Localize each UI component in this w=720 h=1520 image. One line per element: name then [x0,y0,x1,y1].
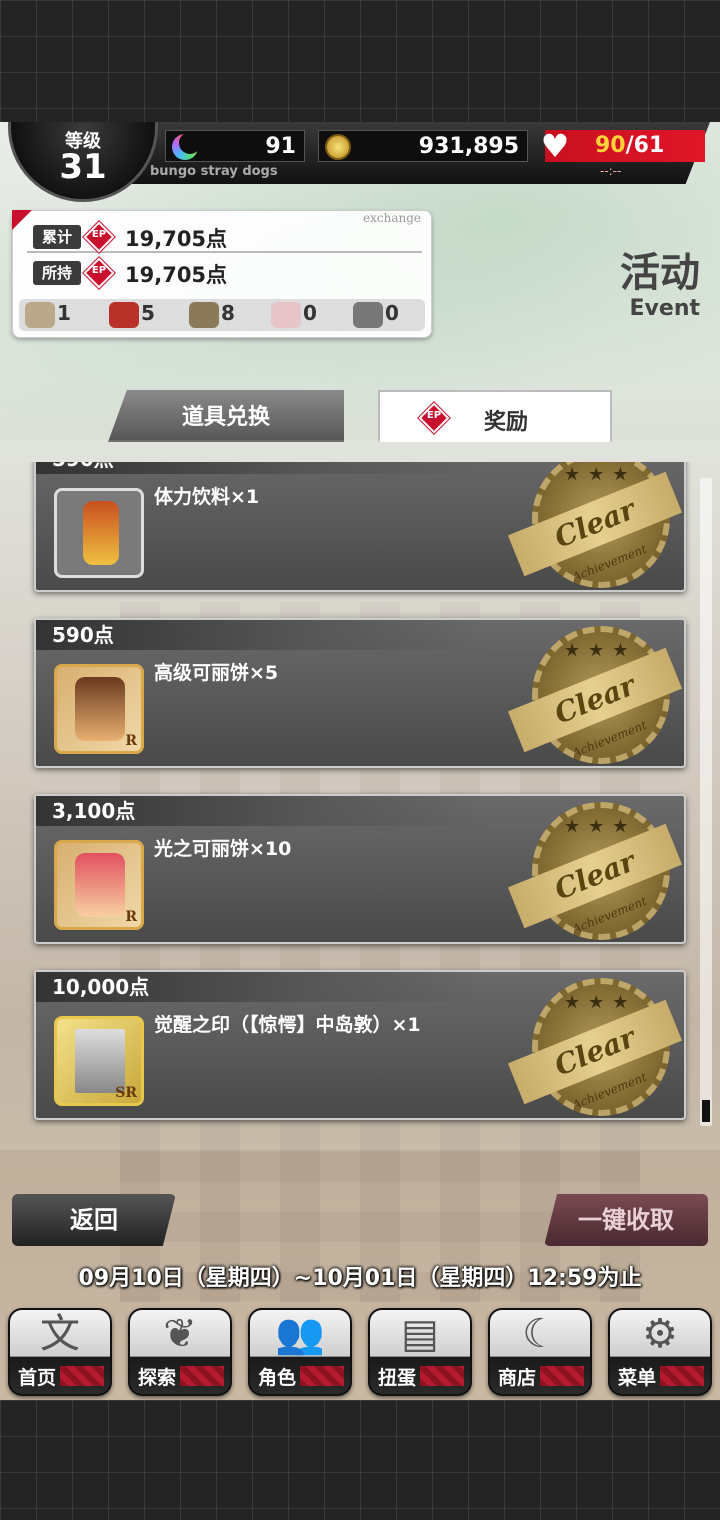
heart-icon: ♥ [540,127,570,165]
home-icon: 文 [40,1311,80,1357]
awakening-seal-icon [75,1029,125,1093]
inventory-item: 5 [109,301,155,329]
reward-list-scrollbar[interactable] [700,478,712,1126]
nav-characters[interactable]: 👥 角色 [248,1308,352,1396]
hat-icon [189,301,219,328]
people-icon: 👥 [275,1311,325,1357]
total-points-value: 19,705点 [125,227,228,251]
total-tag: 累计 [33,225,81,249]
back-button[interactable]: 返回 [12,1194,176,1246]
reward-card: 590点 R 高级可丽饼×5 ★★★ Clear Achievement [34,618,686,768]
tab-rewards[interactable]: EP 奖励 [378,390,612,442]
reward-card: 590点 体力饮料×1 ★★★ ClearAchievement [34,462,686,592]
nav-label: 商店 [498,1367,537,1389]
total-points-row: 累计 EP 19,705点 [27,221,422,253]
bottom-letterbox [0,1400,720,1520]
reward-item-name: 光之可丽饼×10 [154,838,292,860]
points-panel: exchange 累计 EP 19,705点 所持 EP 19,705点 1 5… [12,210,432,338]
nav-explore[interactable]: ❦ 探索 [128,1308,232,1396]
nav-label: 扭蛋 [378,1367,417,1389]
coin-counter[interactable]: 931,895 [318,130,528,162]
tab-item-exchange[interactable]: 道具兑换 [108,390,344,442]
reward-item-thumbnail[interactable]: R [54,840,144,930]
crepe-icon [75,677,125,741]
moon-stone-counter[interactable]: 91 [165,130,305,162]
game-screen: 等级 31 91 bungo stray dogs 931,895 ♥ 90/6… [0,122,720,1400]
nav-home[interactable]: 文 首页 [8,1308,112,1396]
tab-rewards-label: 奖励 [484,410,529,435]
energy-drink-icon [83,501,119,565]
coin-icon [325,134,351,160]
ep-icon: EP [83,257,115,289]
red-coat-icon [109,301,139,328]
owned-points-row: 所持 EP 19,705点 [27,257,422,289]
top-letterbox [0,0,720,122]
game-subtitle: bungo stray dogs [150,164,278,179]
nav-label: 菜单 [618,1367,657,1389]
ap-counter[interactable]: ♥ 90/61 [541,128,705,164]
ap-timer: --:-- [600,164,622,178]
rarity-label: R [125,733,137,749]
coin-value: 931,895 [418,134,519,159]
book-icon: ▤ [401,1311,439,1357]
reward-item-name: 觉醒之印（【惊愕】中岛敦）×1 [154,1014,421,1036]
reward-card: 10,000点 SR 觉醒之印（【惊愕】中岛敦）×1 ★★★ Clear Achi… [34,970,686,1120]
ticket-icon [353,301,383,328]
ep-icon: EP [418,402,450,434]
tiger-icon: ❦ [163,1311,197,1357]
reward-item-thumbnail[interactable]: SR [54,1016,144,1106]
scrollbar-thumb[interactable] [702,1100,710,1122]
jar-icon [271,301,301,328]
reward-list[interactable]: 590点 体力饮料×1 ★★★ ClearAchievement 590点 R … [0,462,720,1142]
reward-item-thumbnail[interactable] [54,488,144,578]
level-value: 31 [59,147,107,187]
light-crepe-icon [75,853,125,917]
gear-icon: ⚙ [642,1311,678,1357]
nav-menu[interactable]: ⚙ 菜单 [608,1308,712,1396]
reward-card: 3,100点 R 光之可丽饼×10 ★★★ Clear Achievement [34,794,686,944]
clear-stamp: ★★★ Clear Achievement [507,626,683,764]
event-title: 活动 [620,250,700,296]
ep-icon: EP [83,221,115,253]
inventory-row: 1 5 8 0 0 [19,299,425,331]
inventory-item: 0 [271,301,317,329]
rarity-label: SR [115,1085,137,1101]
nav-label: 角色 [258,1367,297,1389]
ap-value: 90/61 [595,133,665,158]
nav-gacha[interactable]: ▤ 扭蛋 [368,1308,472,1396]
moon-stone-value: 91 [265,134,296,159]
owned-points-value: 19,705点 [125,263,228,287]
moon-stone-icon [172,132,201,160]
bag-icon [25,301,55,328]
nav-label: 探索 [138,1367,177,1389]
inventory-item: 0 [353,301,399,329]
inventory-item: 8 [189,301,235,329]
rarity-label: R [125,909,137,925]
reward-item-name: 高级可丽饼×5 [154,662,279,684]
clear-stamp: ★★★ Clear Achievement [507,978,683,1116]
bottom-navigation: 文 首页 ❦ 探索 👥 角色 ▤ 扭蛋 ☾ 商店 ⚙ 菜单 [0,1300,720,1400]
reward-item-name: 体力饮料×1 [154,486,260,508]
collect-all-button[interactable]: 一键收取 [544,1194,708,1246]
inventory-item: 1 [25,301,71,329]
clear-stamp: ★★★ Clear Achievement [507,462,683,588]
nav-shop[interactable]: ☾ 商店 [488,1308,592,1396]
event-period: 09月10日（星期四）~10月01日（星期四）12:59为止 [78,1266,642,1291]
moon-shop-icon: ☾ [522,1311,558,1357]
reward-item-thumbnail[interactable]: R [54,664,144,754]
owned-tag: 所持 [33,261,81,285]
event-subtitle: Event [629,296,700,321]
nav-label: 首页 [18,1367,57,1389]
clear-stamp: ★★★ Clear Achievement [507,802,683,940]
